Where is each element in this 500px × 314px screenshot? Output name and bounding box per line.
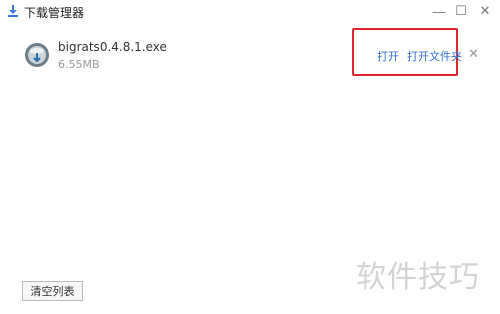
file-name: bigrats0.4.8.1.exe <box>58 40 167 54</box>
open-folder-link[interactable]: 打开文件夹 <box>407 48 462 64</box>
title-bar: 下载管理器 — ☐ ✕ <box>0 0 500 22</box>
window-title: 下载管理器 <box>24 6 85 20</box>
open-link[interactable]: 打开 <box>377 48 399 64</box>
remove-item-button[interactable]: ✕ <box>468 46 479 62</box>
maximize-button[interactable]: ☐ <box>452 2 470 20</box>
file-size: 6.55MB <box>58 58 100 71</box>
minimize-button[interactable]: — <box>430 2 448 20</box>
watermark-text: 软件技巧 <box>356 260 480 295</box>
download-arrow-icon <box>8 5 18 17</box>
disc-file-icon <box>25 43 49 67</box>
clear-list-button[interactable]: 清空列表 <box>22 281 83 301</box>
close-button[interactable]: ✕ <box>476 2 494 20</box>
